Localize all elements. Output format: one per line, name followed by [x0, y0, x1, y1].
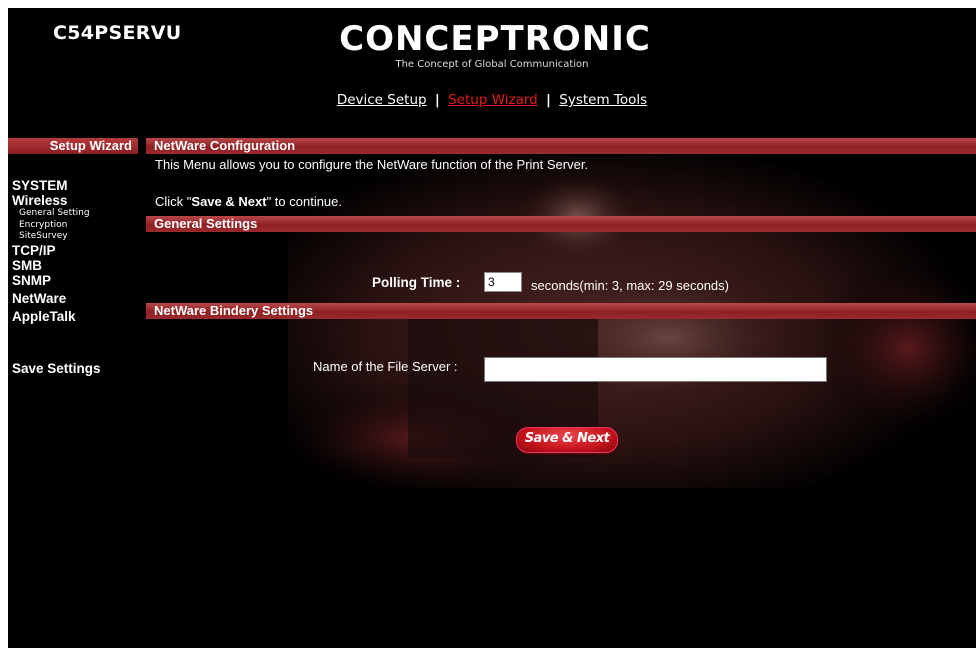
sidebar-subitem-general-setting[interactable]: General Setting: [12, 208, 101, 220]
conceptronic-logo: CONCEPTRONIC: [339, 19, 651, 59]
nav-separator: |: [546, 92, 551, 108]
device-model: C54PSERVU: [53, 22, 182, 44]
nav-device-setup[interactable]: Device Setup: [337, 92, 427, 108]
sidebar-item-netware[interactable]: NetWare: [12, 291, 101, 306]
sidebar-item-appletalk[interactable]: AppleTalk: [12, 309, 101, 324]
section-bar-general-settings: General Settings: [146, 216, 976, 232]
sidebar-item-wireless[interactable]: Wireless: [12, 193, 101, 208]
top-nav: Device Setup | Setup Wizard | System Too…: [8, 92, 976, 108]
save-settings-link[interactable]: Save Settings: [12, 361, 101, 376]
instruction-bold: Save & Next: [191, 194, 267, 209]
nav-system-tools[interactable]: System Tools: [559, 92, 647, 108]
instruction-prefix: Click ": [155, 194, 192, 209]
section-bar-netware-configuration: NetWare Configuration: [146, 138, 976, 154]
section-title: NetWare Configuration: [154, 138, 296, 153]
sidebar-header: Setup Wizard: [8, 138, 138, 154]
tagline: The Concept of Global Communication: [395, 59, 589, 70]
sidebar-item-smb[interactable]: SMB: [12, 258, 101, 273]
polling-time-label: Polling Time :: [372, 275, 461, 290]
instruction-text: Click "Save & Next" to continue.: [155, 194, 342, 209]
sidebar-item-system[interactable]: SYSTEM: [12, 178, 101, 193]
nav-setup-wizard[interactable]: Setup Wizard: [448, 92, 538, 108]
polling-time-hint: seconds(min: 3, max: 29 seconds): [531, 278, 729, 293]
sidebar-subitem-sitesurvey[interactable]: SiteSurvey: [12, 231, 101, 243]
instruction-suffix: " to continue.: [266, 194, 343, 209]
page-frame: C54PSERVU CONCEPTRONIC The Concept of Gl…: [8, 8, 976, 648]
brand-wordmark: CONCEPTRONIC: [339, 19, 651, 59]
section-bar-bindery-settings: NetWare Bindery Settings: [146, 303, 976, 319]
sidebar-item-snmp[interactable]: SNMP: [12, 273, 101, 288]
sidebar-subitem-encryption[interactable]: Encryption: [12, 220, 101, 232]
sidebar-item-tcpip[interactable]: TCP/IP: [12, 243, 101, 258]
nav-separator: |: [434, 92, 440, 108]
bindery-settings-title: NetWare Bindery Settings: [154, 303, 314, 318]
polling-time-input[interactable]: [484, 272, 522, 292]
file-server-label: Name of the File Server :: [313, 359, 458, 374]
description-text: This Menu allows you to configure the Ne…: [155, 157, 589, 172]
file-server-input[interactable]: [484, 357, 827, 382]
sidebar-title: Setup Wizard: [49, 138, 132, 153]
sidebar: SYSTEM Wireless General Setting Encrypti…: [12, 178, 101, 376]
save-next-button[interactable]: Save & Next: [516, 427, 618, 453]
general-settings-title: General Settings: [154, 216, 258, 231]
